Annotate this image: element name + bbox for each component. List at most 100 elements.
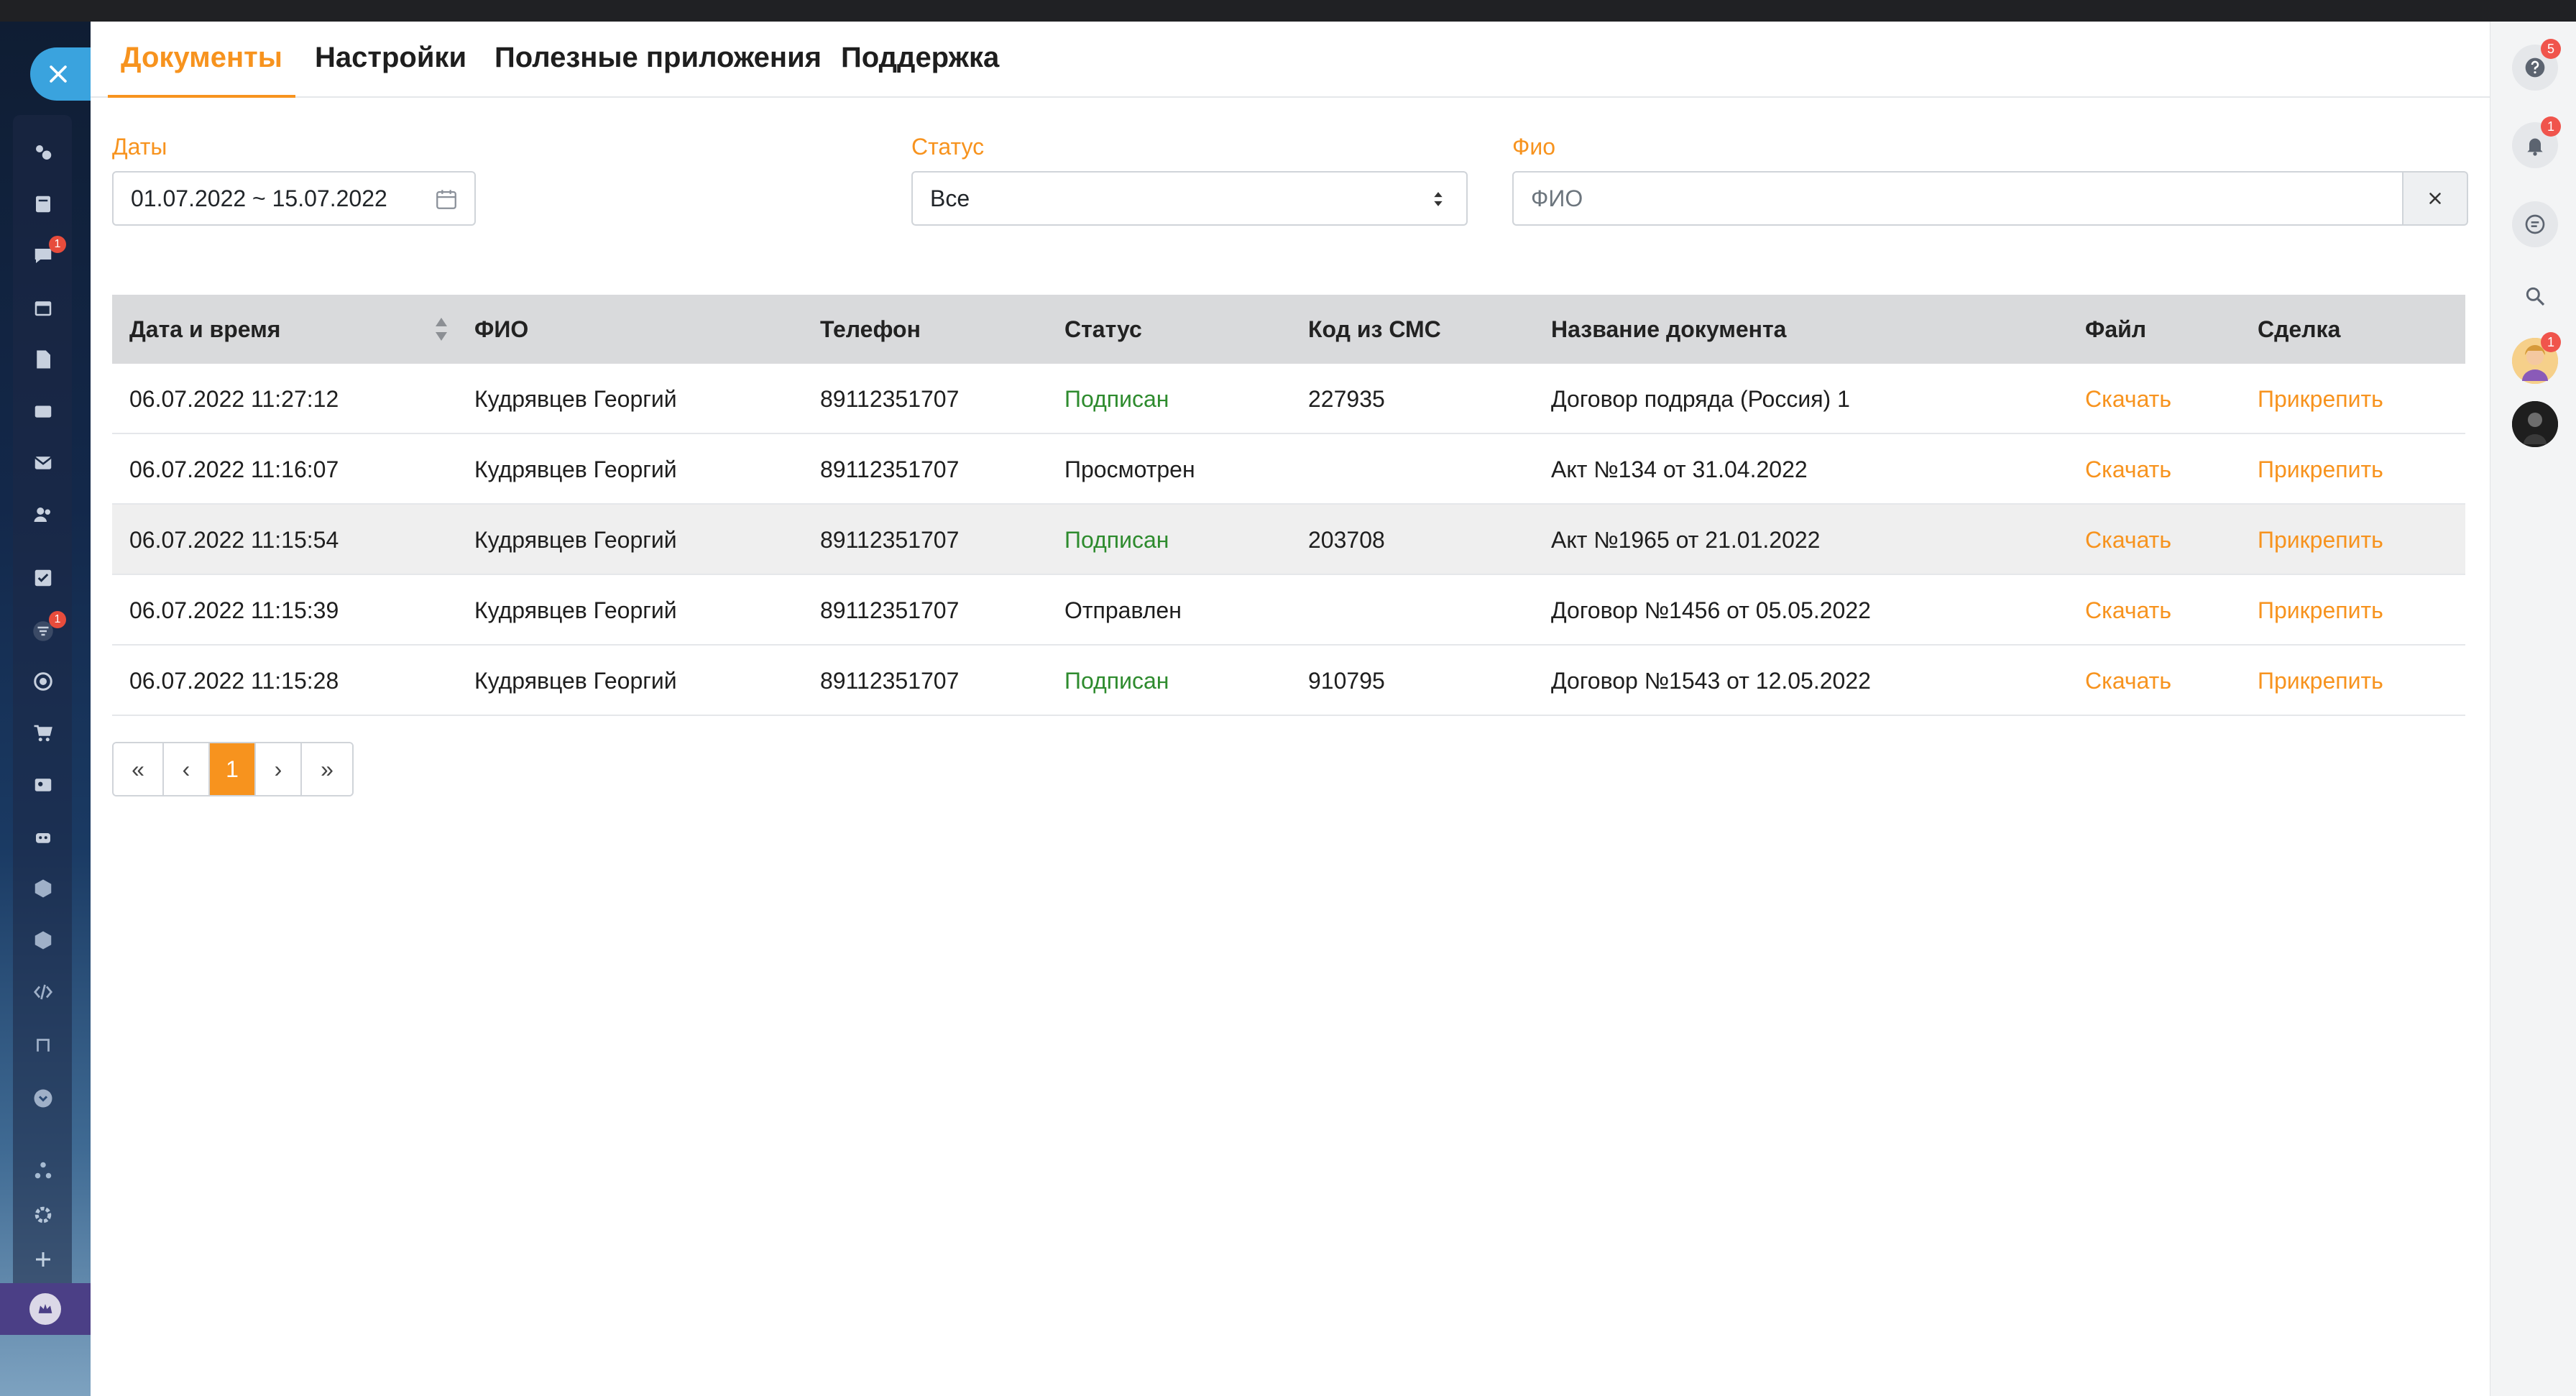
status-select-value: Все <box>930 185 970 211</box>
browser-toolbar <box>0 0 2576 22</box>
next-page-button[interactable]: › <box>256 743 302 795</box>
current-page-button[interactable]: 1 <box>210 743 256 795</box>
attach-deal-link[interactable]: Прикрепить <box>2258 434 2383 505</box>
cell-document-name: Договор №1543 от 12.05.2022 <box>1551 668 1871 694</box>
chat-icon[interactable]: 1 <box>30 236 66 269</box>
pagination: « ‹ 1 › » <box>112 742 354 796</box>
cell-datetime: 06.07.2022 11:15:28 <box>129 668 339 694</box>
cell-datetime: 06.07.2022 11:15:39 <box>129 597 339 623</box>
fio-placeholder: ФИО <box>1531 185 1583 211</box>
cell-phone: 89112351707 <box>820 527 960 553</box>
table-row: 06.07.2022 11:16:07 Кудрявцев Георгий 89… <box>112 434 2465 505</box>
chat-button[interactable] <box>2512 201 2558 247</box>
cell-document-name: Договор подряда (Россия) 1 <box>1551 386 1850 412</box>
column-header-fio: ФИО <box>474 316 529 342</box>
notifications-badge: 1 <box>2541 116 2561 137</box>
search-button[interactable] <box>2512 273 2558 319</box>
date-range-value: 01.07.2022 ~ 15.07.2022 <box>131 185 387 211</box>
users-icon[interactable] <box>30 502 56 528</box>
attach-deal-link[interactable]: Прикрепить <box>2258 505 2383 575</box>
tab-support[interactable]: Поддержка <box>828 37 1012 98</box>
cell-fio: Кудрявцев Георгий <box>474 456 677 482</box>
status-label: Статус <box>911 134 985 160</box>
cell-status: Просмотрен <box>1064 456 1195 482</box>
fio-label: Фио <box>1512 134 1555 160</box>
feed-icon[interactable] <box>30 191 56 217</box>
contacts-icon[interactable] <box>30 772 56 798</box>
tasks-icon[interactable] <box>30 565 56 591</box>
close-sidebar-button[interactable] <box>30 47 91 101</box>
table-row: 06.07.2022 11:15:54 Кудрявцев Георгий 89… <box>112 505 2465 575</box>
main-content: Документы Настройки Полезные приложения … <box>91 22 2490 1396</box>
download-link[interactable]: Скачать <box>2085 505 2171 575</box>
cell-phone: 89112351707 <box>820 386 960 412</box>
cell-fio: Кудрявцев Георгий <box>474 668 677 694</box>
avatar-badge: 1 <box>2541 332 2561 352</box>
prev-page-button[interactable]: ‹ <box>164 743 210 795</box>
box2-icon[interactable] <box>30 927 56 953</box>
download-link[interactable]: Скачать <box>2085 575 2171 646</box>
download-link[interactable]: Скачать <box>2085 364 2171 434</box>
sort-icon[interactable] <box>434 316 448 342</box>
help-button[interactable]: 5 <box>2512 39 2561 91</box>
cell-sms-code: 203708 <box>1308 527 1385 553</box>
dates-label: Даты <box>112 134 167 160</box>
filter-icon[interactable]: 1 <box>30 611 66 644</box>
tab-settings[interactable]: Настройки <box>302 37 479 98</box>
column-header-phone: Телефон <box>820 316 921 342</box>
crown-icon <box>29 1293 61 1325</box>
cell-document-name: Договор №1456 от 05.05.2022 <box>1551 597 1871 623</box>
settings-icon[interactable] <box>30 1202 56 1228</box>
fio-input[interactable]: ФИО <box>1512 171 2404 226</box>
cart-icon[interactable] <box>30 720 56 746</box>
tab-useful-apps[interactable]: Полезные приложения <box>482 37 834 98</box>
table-row: 06.07.2022 11:15:28 Кудрявцев Георгий 89… <box>112 646 2465 716</box>
date-range-input[interactable]: 01.07.2022 ~ 15.07.2022 <box>112 171 476 226</box>
mail-icon[interactable] <box>30 450 56 476</box>
robot-icon[interactable] <box>30 824 56 850</box>
attach-deal-link[interactable]: Прикрепить <box>2258 364 2383 434</box>
first-page-button[interactable]: « <box>114 743 164 795</box>
status-select[interactable]: Все <box>911 171 1468 226</box>
tab-documents[interactable]: Документы <box>108 37 295 98</box>
cell-status: Отправлен <box>1064 597 1182 623</box>
download-link[interactable]: Скачать <box>2085 646 2171 716</box>
plus-icon[interactable] <box>30 1246 56 1272</box>
attach-deal-link[interactable]: Прикрепить <box>2258 575 2383 646</box>
right-sidebar: 5 1 1 <box>2490 22 2576 1396</box>
target-icon[interactable] <box>30 669 56 694</box>
dashboard-icon[interactable] <box>30 139 56 165</box>
code-icon[interactable] <box>30 979 56 1005</box>
column-header-document-name: Название документа <box>1551 316 1787 342</box>
cell-datetime: 06.07.2022 11:27:12 <box>129 386 339 412</box>
notifications-button[interactable]: 1 <box>2512 116 2561 168</box>
column-header-datetime[interactable]: Дата и время <box>129 295 280 364</box>
document-icon[interactable] <box>30 346 56 372</box>
column-header-file: Файл <box>2085 316 2147 342</box>
column-header-sms-code: Код из СМС <box>1308 316 1441 342</box>
cell-fio: Кудрявцев Георгий <box>474 597 677 623</box>
app-icon[interactable] <box>30 1032 56 1058</box>
calendar-icon[interactable] <box>434 187 459 211</box>
chat-badge: 1 <box>49 236 66 253</box>
box-icon[interactable] <box>30 876 56 901</box>
crown-button[interactable] <box>0 1283 91 1335</box>
cell-datetime: 06.07.2022 11:16:07 <box>129 456 339 482</box>
user-avatar[interactable]: 1 <box>2512 332 2561 384</box>
attach-deal-link[interactable]: Прикрепить <box>2258 646 2383 716</box>
contact-avatar[interactable] <box>2512 401 2558 447</box>
download-link[interactable]: Скачать <box>2085 434 2171 505</box>
calendar-icon[interactable] <box>30 295 56 321</box>
clear-fio-button[interactable] <box>2404 171 2468 226</box>
chat-bubble-icon <box>2525 214 2545 234</box>
last-page-button[interactable]: » <box>302 743 352 795</box>
cell-datetime: 06.07.2022 11:15:54 <box>129 527 339 553</box>
table-row: 06.07.2022 11:27:12 Кудрявцев Георгий 89… <box>112 364 2465 434</box>
table-row: 06.07.2022 11:15:39 Кудрявцев Георгий 89… <box>112 575 2465 646</box>
cell-status: Подписан <box>1064 386 1169 412</box>
bell-icon <box>2527 138 2543 156</box>
more-icon[interactable] <box>30 1085 56 1111</box>
column-header-status: Статус <box>1064 316 1142 342</box>
inbox-icon[interactable] <box>30 398 56 424</box>
sitemap-icon[interactable] <box>30 1157 56 1183</box>
